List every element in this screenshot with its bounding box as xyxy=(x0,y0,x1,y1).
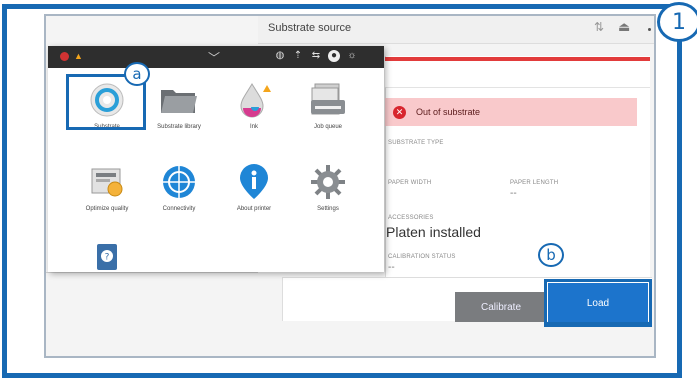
panel-subheader xyxy=(385,61,650,88)
more-icon[interactable] xyxy=(648,28,651,31)
tile-job-queue[interactable]: Job queue xyxy=(286,76,370,146)
optimize-quality-icon xyxy=(86,162,128,202)
tile-ink[interactable]: Ink xyxy=(212,76,296,146)
tile-label: Settings xyxy=(317,206,339,212)
tile-label: Job queue xyxy=(313,124,343,130)
paper-width-label: PAPER WIDTH xyxy=(388,180,432,186)
accessories-label: ACCESSORIES xyxy=(388,215,434,221)
load-button[interactable]: Load xyxy=(544,279,652,327)
globe-status-icon[interactable]: ◍ xyxy=(274,50,286,62)
tile-label: Substrate library xyxy=(157,124,201,130)
power-icon[interactable]: ● xyxy=(328,50,340,62)
tile-label: About printer xyxy=(236,206,272,212)
folder-icon xyxy=(158,80,200,120)
network-icon[interactable]: ⇆ xyxy=(310,50,322,62)
tile-settings[interactable]: Settings xyxy=(286,158,370,228)
paper-length-value: -- xyxy=(510,188,517,199)
tile-help[interactable]: ? xyxy=(65,238,149,272)
calibration-status-value: -- xyxy=(388,262,395,273)
menu-lower-area xyxy=(46,272,258,356)
callout-a: a xyxy=(124,62,150,86)
help-book-icon: ? xyxy=(86,242,128,272)
substrate-type-label: SUBSTRATE TYPE xyxy=(388,140,444,146)
calibration-status-label: CALIBRATION STATUS xyxy=(388,254,456,260)
load-highlight-bar xyxy=(546,322,650,325)
connectivity-globe-icon xyxy=(158,162,200,202)
callout-1: 1 xyxy=(657,2,697,42)
info-icon xyxy=(233,162,275,202)
job-queue-icon xyxy=(307,80,349,120)
tile-connectivity[interactable]: Connectivity xyxy=(137,158,221,228)
tile-substrate-library[interactable]: Substrate library xyxy=(137,76,221,146)
calibrate-button[interactable]: Calibrate xyxy=(455,292,547,322)
svg-text:?: ? xyxy=(105,253,110,263)
ink-drop-icon xyxy=(233,80,275,120)
error-icon: ✕ xyxy=(393,105,406,119)
out-of-substrate-alert: ✕ Out of substrate xyxy=(385,98,637,126)
sort-icon[interactable]: ⇅ xyxy=(594,20,608,36)
tile-about-printer[interactable]: About printer xyxy=(212,158,296,228)
warning-status-icon[interactable]: ▲ xyxy=(74,51,83,61)
paper-length-label: PAPER LENGTH xyxy=(510,180,559,186)
callout-b: b xyxy=(538,243,564,267)
tile-label: Ink xyxy=(249,124,258,130)
alert-text: Out of substrate xyxy=(416,107,481,117)
status-bar: ▲ ﹀ ◍ ⇡ ⇆ ● ☼ xyxy=(48,46,384,68)
error-status-icon[interactable] xyxy=(60,52,69,61)
page-title: Substrate source xyxy=(268,22,352,34)
gear-icon xyxy=(307,162,349,202)
lightbulb-icon[interactable]: ☼ xyxy=(346,50,358,62)
chevron-down-icon[interactable]: ﹀ xyxy=(208,49,220,66)
accessories-value: Platen installed xyxy=(386,224,481,240)
tile-label: Connectivity xyxy=(162,206,196,212)
eject-icon[interactable]: ⏏ xyxy=(618,19,634,35)
usb-icon[interactable]: ⇡ xyxy=(292,50,304,62)
